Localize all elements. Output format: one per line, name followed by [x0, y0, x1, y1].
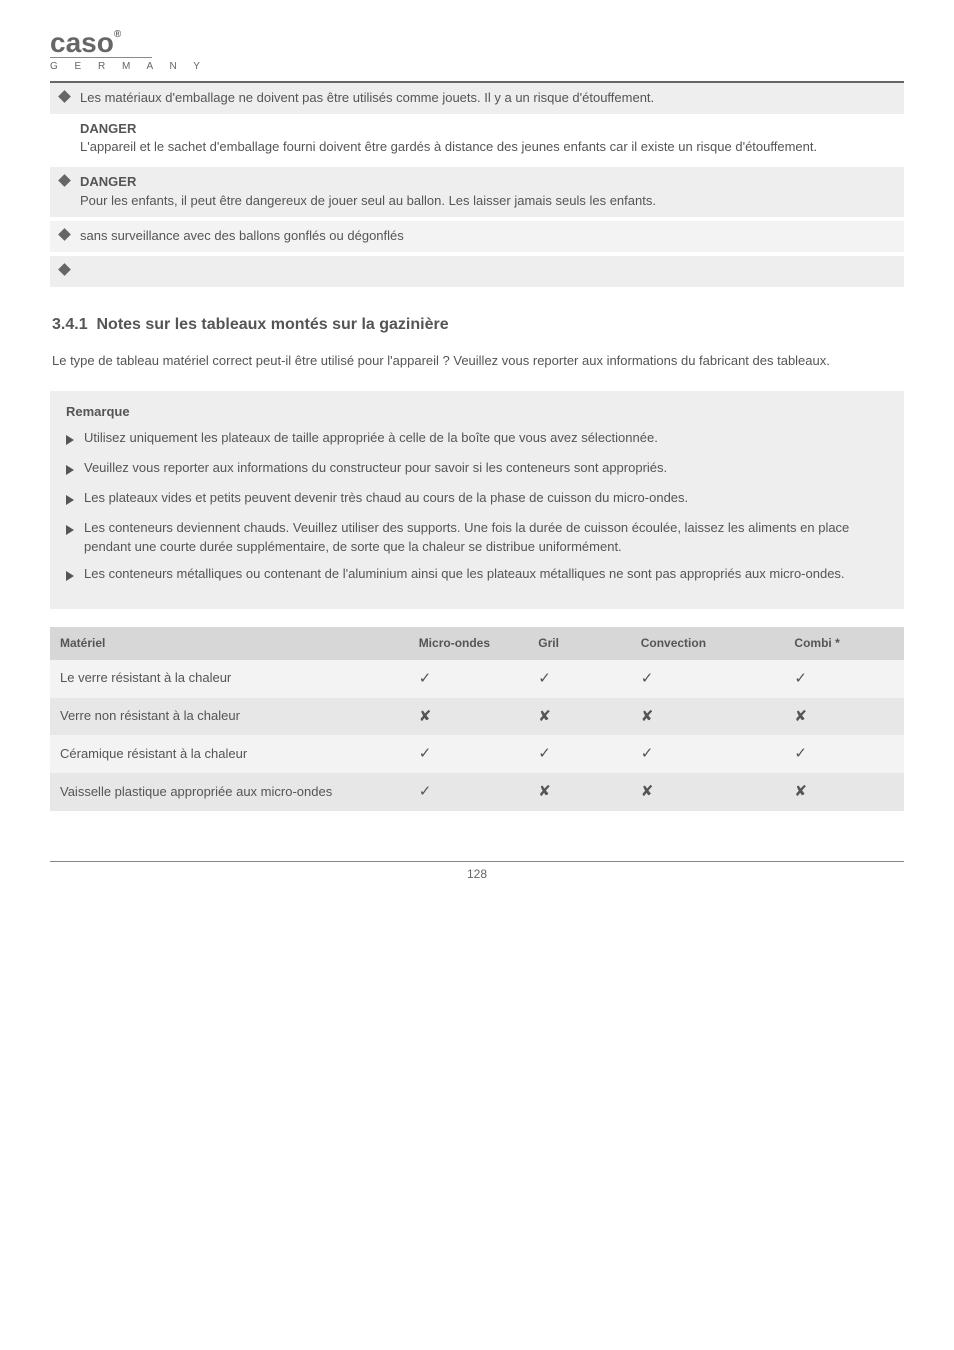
- advice-item: Les conteneurs métalliques ou contenant …: [66, 565, 888, 587]
- danger-block-1: DANGER L'appareil et le sachet d'emballa…: [50, 114, 904, 164]
- danger-body-1: L'appareil et le sachet d'emballage four…: [80, 139, 817, 154]
- warning-text-4: [80, 263, 84, 278]
- warning-item-2: DANGER Pour les enfants, il peut être da…: [50, 167, 904, 217]
- advice-item: Les plateaux vides et petits peuvent dev…: [66, 489, 888, 511]
- warning-item-3: sans surveillance avec des ballons gonfl…: [50, 221, 904, 252]
- material-name: Le verre résistant à la chaleur: [50, 660, 409, 698]
- cell-value: [528, 698, 630, 736]
- cell-value: [784, 773, 904, 811]
- cross-icon: [538, 782, 551, 800]
- check-icon: [419, 744, 432, 762]
- check-icon: [419, 669, 432, 687]
- advice-item: Veuillez vous reporter aux informations …: [66, 459, 888, 481]
- check-icon: [794, 669, 807, 687]
- brand-subtitle: G E R M A N Y: [50, 60, 904, 75]
- section-number: 3.4.1: [52, 316, 88, 333]
- materials-table: Matériel Micro-ondes Gril Convection Com…: [50, 627, 904, 811]
- check-icon: [538, 744, 551, 762]
- section-title: Notes sur les tableaux montés sur la gaz…: [96, 316, 448, 333]
- cell-value: [631, 660, 785, 698]
- check-icon: [419, 782, 432, 800]
- danger-title-1: DANGER: [80, 121, 136, 136]
- danger-body-2: Pour les enfants, il peut être dangereux…: [80, 193, 656, 208]
- col-header-convection: Convection: [631, 627, 785, 660]
- col-header-material: Matériel: [50, 627, 409, 660]
- cell-value: [528, 773, 630, 811]
- cell-value: [631, 735, 785, 773]
- footer-rule: [50, 861, 904, 862]
- col-header-microwave: Micro-ondes: [409, 627, 529, 660]
- col-header-grill: Gril: [528, 627, 630, 660]
- table-header-row: Matériel Micro-ondes Gril Convection Com…: [50, 627, 904, 660]
- section-intro: Le type de tableau matériel correct peut…: [50, 346, 904, 377]
- cell-value: [784, 735, 904, 773]
- section-heading: 3.4.1 Notes sur les tableaux montés sur …: [52, 313, 904, 336]
- cross-icon: [641, 707, 654, 725]
- diamond-bullet-icon: [58, 263, 71, 276]
- cell-value: [631, 773, 785, 811]
- table-row: Le verre résistant à la chaleur: [50, 660, 904, 698]
- triangle-bullet-icon: [66, 568, 76, 587]
- cell-value: [409, 660, 529, 698]
- table-row: Verre non résistant à la chaleur: [50, 698, 904, 736]
- material-name: Verre non résistant à la chaleur: [50, 698, 409, 736]
- advice-text: Les conteneurs deviennent chauds. Veuill…: [84, 519, 888, 557]
- check-icon: [641, 744, 654, 762]
- cross-icon: [419, 707, 432, 725]
- cross-icon: [641, 782, 654, 800]
- cell-value: [528, 735, 630, 773]
- cell-value: [409, 735, 529, 773]
- cross-icon: [794, 782, 807, 800]
- cell-value: [784, 698, 904, 736]
- col-header-combi: Combi *: [784, 627, 904, 660]
- advice-box: Remarque Utilisez uniquement les plateau…: [50, 391, 904, 609]
- brand-name: caso®: [50, 30, 904, 55]
- registered-mark: ®: [114, 29, 121, 40]
- advice-header: Remarque: [66, 403, 888, 422]
- danger-title-2: DANGER: [80, 174, 136, 189]
- advice-text: Les plateaux vides et petits peuvent dev…: [84, 489, 688, 511]
- warning-text-1: Les matériaux d'emballage ne doivent pas…: [80, 90, 654, 105]
- brand-logo: caso® G E R M A N Y: [50, 30, 904, 75]
- cell-value: [409, 773, 529, 811]
- triangle-bullet-icon: [66, 522, 76, 557]
- material-name: Vaisselle plastique appropriée aux micro…: [50, 773, 409, 811]
- cross-icon: [538, 707, 551, 725]
- check-icon: [538, 669, 551, 687]
- warning-text-3: sans surveillance avec des ballons gonfl…: [80, 228, 404, 243]
- diamond-bullet-icon: [58, 174, 71, 187]
- page-number: 128: [50, 866, 904, 883]
- diamond-bullet-icon: [58, 228, 71, 241]
- triangle-bullet-icon: [66, 432, 76, 451]
- advice-item: Les conteneurs deviennent chauds. Veuill…: [66, 519, 888, 557]
- check-icon: [641, 669, 654, 687]
- check-icon: [794, 744, 807, 762]
- advice-text: Veuillez vous reporter aux informations …: [84, 459, 667, 481]
- table-row: Céramique résistant à la chaleur: [50, 735, 904, 773]
- cross-icon: [794, 707, 807, 725]
- brand-text: caso: [50, 27, 114, 58]
- warning-item-1: Les matériaux d'emballage ne doivent pas…: [50, 83, 904, 114]
- advice-text: Les conteneurs métalliques ou contenant …: [84, 565, 845, 587]
- material-name: Céramique résistant à la chaleur: [50, 735, 409, 773]
- cell-value: [631, 698, 785, 736]
- cell-value: [784, 660, 904, 698]
- advice-text: Utilisez uniquement les plateaux de tail…: [84, 429, 658, 451]
- triangle-bullet-icon: [66, 462, 76, 481]
- cell-value: [409, 698, 529, 736]
- warning-text-2: DANGER Pour les enfants, il peut être da…: [80, 174, 656, 208]
- advice-item: Utilisez uniquement les plateaux de tail…: [66, 429, 888, 451]
- table-row: Vaisselle plastique appropriée aux micro…: [50, 773, 904, 811]
- diamond-bullet-icon: [58, 90, 71, 103]
- cell-value: [528, 660, 630, 698]
- triangle-bullet-icon: [66, 492, 76, 511]
- warning-item-4: [50, 256, 904, 287]
